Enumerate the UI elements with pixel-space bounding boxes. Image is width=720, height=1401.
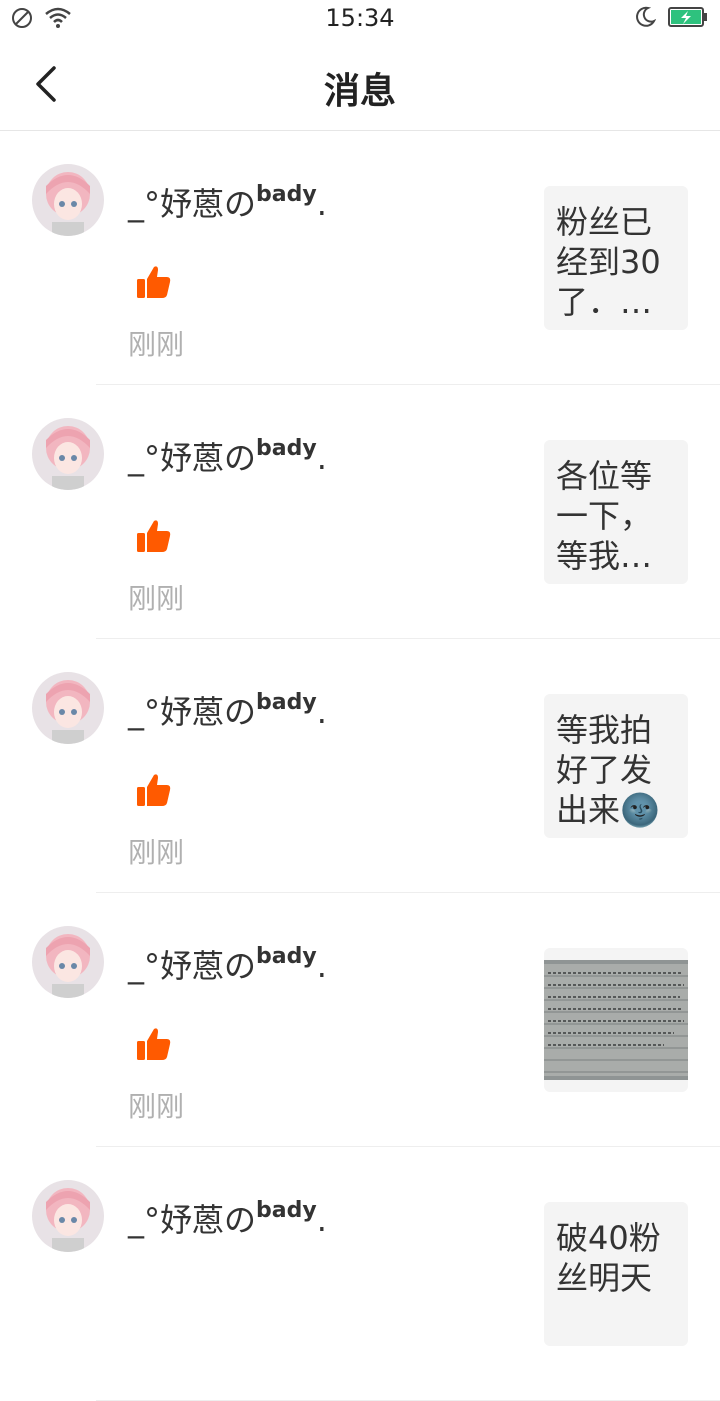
preview-text: 粉丝已经到30了．… bbox=[556, 203, 661, 321]
sender-name-sup: bady bbox=[256, 436, 317, 461]
thumbs-up-icon bbox=[137, 774, 171, 806]
sender-name-sup: bady bbox=[256, 182, 317, 207]
status-bar: 15:34 bbox=[0, 0, 720, 40]
sender-name-end: . bbox=[316, 439, 327, 477]
sender-name-sup: bady bbox=[256, 690, 317, 715]
thumbs-up-icon bbox=[137, 1028, 171, 1060]
header: 消息 bbox=[0, 40, 720, 131]
message-item[interactable]: _°妤蒽のbady. 刚刚 粉丝已经到30了．… bbox=[32, 131, 720, 385]
content-preview[interactable]: 破40粉丝明天 bbox=[544, 1202, 688, 1346]
sender-name-main: _°妤蒽の bbox=[128, 947, 257, 985]
message-time: 刚刚 bbox=[128, 582, 185, 615]
sender-name-main: _°妤蒽の bbox=[128, 693, 257, 731]
thumbs-up-icon bbox=[137, 266, 171, 298]
sender-name: _°妤蒽のbady. bbox=[128, 179, 327, 225]
handwritten-note-photo bbox=[544, 960, 688, 1080]
message-time: 刚刚 bbox=[128, 1090, 185, 1123]
sender-name-end: . bbox=[316, 947, 327, 985]
message-list: _°妤蒽のbady. 刚刚 粉丝已经到30了．… _°妤蒽のbady. 刚刚 各… bbox=[0, 131, 720, 1401]
avatar[interactable] bbox=[32, 926, 104, 998]
sender-name-sup: bady bbox=[256, 1198, 317, 1223]
avatar[interactable] bbox=[32, 418, 104, 490]
moon-icon bbox=[636, 6, 656, 27]
sender-name-end: . bbox=[316, 693, 327, 731]
message-time: 刚刚 bbox=[128, 836, 185, 869]
avatar[interactable] bbox=[32, 1180, 104, 1252]
sender-name-main: _°妤蒽の bbox=[128, 1201, 257, 1239]
page-title: 消息 bbox=[323, 71, 396, 112]
thumbs-up-icon bbox=[137, 520, 171, 552]
sender-name-end: . bbox=[316, 185, 327, 223]
preview-text: 各位等一下，等我… bbox=[556, 457, 653, 575]
content-preview[interactable] bbox=[544, 948, 688, 1092]
message-time: 刚刚 bbox=[128, 328, 185, 361]
content-preview[interactable]: 各位等一下，等我… bbox=[544, 440, 688, 584]
sender-name: _°妤蒽のbady. bbox=[128, 1195, 327, 1241]
sender-name-sup: bady bbox=[256, 944, 317, 969]
preview-text: 等我拍好了发出来🌚 bbox=[556, 711, 660, 829]
battery-icon bbox=[668, 7, 707, 27]
sender-name-end: . bbox=[316, 1201, 327, 1239]
message-item[interactable]: _°妤蒽のbady. 刚刚 各位等一下，等我… bbox=[32, 385, 720, 639]
sender-name: _°妤蒽のbady. bbox=[128, 433, 327, 479]
avatar[interactable] bbox=[32, 164, 104, 236]
message-item[interactable]: _°妤蒽のbady. 刚刚 bbox=[32, 893, 720, 1147]
avatar[interactable] bbox=[32, 672, 104, 744]
content-preview[interactable]: 粉丝已经到30了．… bbox=[544, 186, 688, 330]
sender-name: _°妤蒽のbady. bbox=[128, 941, 327, 987]
preview-text: 破40粉丝明天 bbox=[556, 1219, 661, 1297]
content-preview[interactable]: 等我拍好了发出来🌚 bbox=[544, 694, 688, 838]
sender-name-main: _°妤蒽の bbox=[128, 185, 257, 223]
sender-name-main: _°妤蒽の bbox=[128, 439, 257, 477]
message-item[interactable]: _°妤蒽のbady. 破40粉丝明天 bbox=[32, 1147, 720, 1401]
status-time: 15:34 bbox=[325, 4, 395, 32]
sender-name: _°妤蒽のbady. bbox=[128, 687, 327, 733]
status-right bbox=[634, 6, 708, 28]
message-item[interactable]: _°妤蒽のbady. 刚刚 等我拍好了发出来🌚 bbox=[32, 639, 720, 893]
